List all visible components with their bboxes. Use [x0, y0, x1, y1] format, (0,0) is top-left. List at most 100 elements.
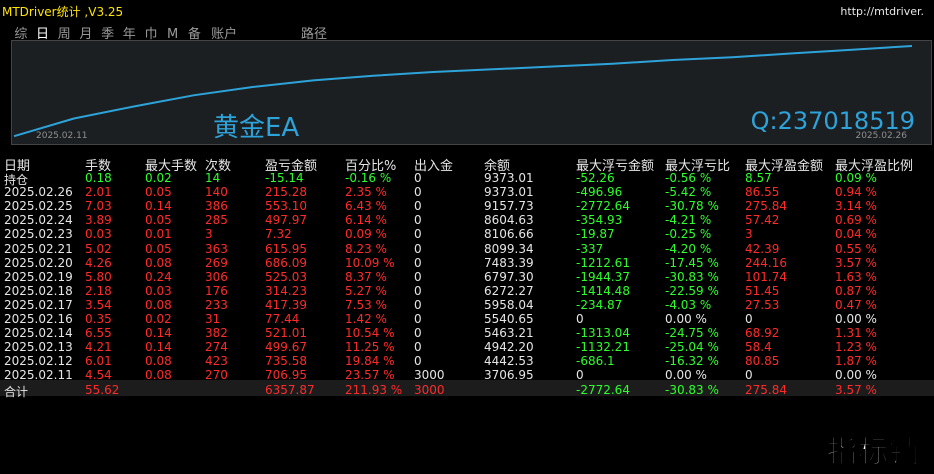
cell-io: 0: [414, 312, 422, 326]
cell-times: 270: [205, 368, 228, 383]
cell-pct: 5.27 %: [345, 283, 387, 298]
cell-maxlosspct: -4.21 %: [665, 213, 712, 228]
title-bar: MTDriver统计 ,V3.25 http://mtdriver.: [0, 0, 934, 22]
cell-maxwin: 275.84: [745, 382, 787, 397]
table-row[interactable]: 2025.02.23 0.03 0.01 3 7.32 0.09 % 0 8106.66 -19…: [0, 227, 934, 242]
cell-maxloss: -234.87: [576, 297, 623, 312]
cell-maxwin: 86.55: [745, 185, 780, 200]
cell-pct: 8.37 %: [345, 269, 387, 284]
cell-maxwinpct: 1.31 %: [835, 326, 877, 341]
cell-pnl: 417.39: [265, 297, 307, 312]
cell-maxlosspct: -4.03 %: [665, 297, 712, 312]
table-row[interactable]: 2025.02.13 4.21 0.14 274 499.67 11.25 % 0 4942.…: [0, 340, 934, 355]
cell-date: 2025.02.20: [4, 255, 73, 270]
x-axis-end-label: 2025.02.26: [855, 131, 907, 141]
cell-maxwinpct: 0.09 %: [835, 171, 877, 185]
cell-maxwinpct: 0.04 %: [835, 227, 877, 242]
cell-io: 0: [414, 340, 422, 355]
cell-maxwinpct: 0.00 %: [835, 368, 877, 383]
table-row[interactable]: 2025.02.17 3.54 0.08 233 417.39 7.53 % 0 5958.0…: [0, 298, 934, 313]
cell-pct: 11.25 %: [345, 340, 395, 355]
cell-lots: 0.03: [85, 227, 112, 242]
cell-maxwin: 101.74: [745, 269, 787, 284]
cell-io: 0: [414, 185, 422, 200]
cell-pct: -0.16 %: [345, 171, 392, 185]
website-link[interactable]: http://mtdriver.: [840, 5, 924, 18]
cell-maxwinpct: 3.57 %: [835, 255, 877, 270]
cell-pct: 7.53 %: [345, 297, 387, 312]
cell-io: 0: [414, 283, 422, 298]
table-row[interactable]: 2025.02.11 4.54 0.08 270 706.95 23.57 % 3000 37…: [0, 368, 934, 383]
cell-pnl: 6357.87: [265, 382, 315, 397]
cell-lots: 5.80: [85, 269, 112, 284]
cell-maxlosspct: -5.42 %: [665, 185, 712, 200]
cell-maxlosspct: -0.25 %: [665, 227, 712, 242]
table-row[interactable]: 持仓 0.18 0.02 14 -15.14 -0.16 % 0 9373.01 -52.26-…: [0, 171, 934, 187]
cell-pct: 8.23 %: [345, 241, 387, 256]
table-row[interactable]: 2025.02.12 6.01 0.08 423 735.58 19.84 % 0 4442.…: [0, 354, 934, 369]
cell-pnl: 7.32: [265, 227, 292, 242]
cell-maxloss: -1414.48: [576, 283, 630, 298]
cell-maxlots: 0.08: [145, 368, 172, 383]
cell-bal: 6272.27: [484, 283, 534, 298]
table-header: 日期 手数 最大手数 次数 盈亏金额 百分比% 出入金 余额 最大浮亏金额 最大浮亏比 最大浮盈金额…: [0, 155, 934, 174]
cell-pct: 23.57 %: [345, 368, 395, 383]
cell-maxlots: 0.14: [145, 199, 172, 214]
cell-pnl: 735.58: [265, 354, 307, 369]
cell-maxlosspct: -4.20 %: [665, 241, 712, 256]
cell-maxloss: -337: [576, 241, 604, 256]
cell-bal: 5958.04: [484, 297, 534, 312]
cell-times: 382: [205, 326, 228, 341]
cell-pnl: 497.97: [265, 213, 307, 228]
cell-pct: 6.43 %: [345, 199, 387, 214]
cell-io: 0: [414, 354, 422, 369]
table-row[interactable]: 2025.02.21 5.02 0.05 363 615.95 8.23 % 0 8099.3…: [0, 242, 934, 257]
cell-maxlots: 0.01: [145, 227, 172, 242]
cell-lots: 0.18: [85, 171, 112, 185]
cell-times: 176: [205, 283, 228, 298]
cell-date: 2025.02.12: [4, 354, 73, 369]
table-row[interactable]: 2025.02.24 3.89 0.05 285 497.97 6.14 % 0 8604.6…: [0, 213, 934, 228]
table-row[interactable]: 2025.02.25 7.03 0.14 386 553.10 6.43 % 0 9157.7…: [0, 199, 934, 214]
cell-io: 0: [414, 213, 422, 228]
total-row[interactable]: 合计 55.62 6357.87 211.93 % 3000 -2772.64 -30.83…: [0, 382, 934, 399]
cell-lots: 6.01: [85, 354, 112, 369]
cell-maxwin: 8.57: [745, 171, 772, 185]
cell-pct: 10.09 %: [345, 255, 395, 270]
cell-lots: 5.02: [85, 241, 112, 256]
cell-pnl: 314.23: [265, 283, 307, 298]
chart-label-gold-ea: 黄金EA: [213, 113, 300, 143]
cell-times: 386: [205, 199, 228, 214]
cell-maxlots: 0.05: [145, 241, 172, 256]
cell-pct: 2.35 %: [345, 185, 387, 200]
cell-date: 2025.02.23: [4, 227, 73, 242]
cell-times: 363: [205, 241, 228, 256]
table-row[interactable]: 2025.02.18 2.18 0.03 176 314.23 5.27 % 0 6272.2…: [0, 284, 934, 299]
cell-maxloss: -1212.61: [576, 255, 630, 270]
cell-pnl: 706.95: [265, 368, 307, 383]
cell-maxlots: 0.24: [145, 269, 172, 284]
cell-bal: 9373.01: [484, 185, 534, 200]
cell-pnl: 615.95: [265, 241, 307, 256]
cell-maxlosspct: 0.00 %: [665, 312, 707, 326]
cell-bal: 7483.39: [484, 255, 534, 270]
cell-times: 306: [205, 269, 228, 284]
cell-maxloss: -354.93: [576, 213, 623, 228]
cell-maxwinpct: 0.47 %: [835, 297, 877, 312]
cell-lots: 55.62: [85, 382, 120, 397]
table-row[interactable]: 2025.02.26 2.01 0.05 140 215.28 2.35 % 0 9373.0…: [0, 185, 934, 200]
table-row[interactable]: 2025.02.16 0.35 0.02 31 77.44 1.42 % 0 5540.65 0…: [0, 312, 934, 327]
cell-maxwin: 42.39: [745, 241, 780, 256]
cell-maxwinpct: 0.69 %: [835, 213, 877, 228]
cell-bal: 9157.73: [484, 199, 534, 214]
table-row[interactable]: 2025.02.14 6.55 0.14 382 521.01 10.54 % 0 5463.…: [0, 326, 934, 341]
cell-maxlots: 0.14: [145, 326, 172, 341]
cell-date: 2025.02.18: [4, 283, 73, 298]
cell-pnl: 521.01: [265, 326, 307, 341]
table-row[interactable]: 2025.02.19 5.80 0.24 306 525.03 8.37 % 0 6797.3…: [0, 270, 934, 285]
cell-maxloss: -2772.64: [576, 199, 630, 214]
cell-times: 423: [205, 354, 228, 369]
cell-maxlots: 0.03: [145, 283, 172, 298]
table-row[interactable]: 2025.02.20 4.26 0.08 269 686.09 10.09 % 0 7483.…: [0, 256, 934, 271]
cell-maxlosspct: 0.00 %: [665, 368, 707, 383]
